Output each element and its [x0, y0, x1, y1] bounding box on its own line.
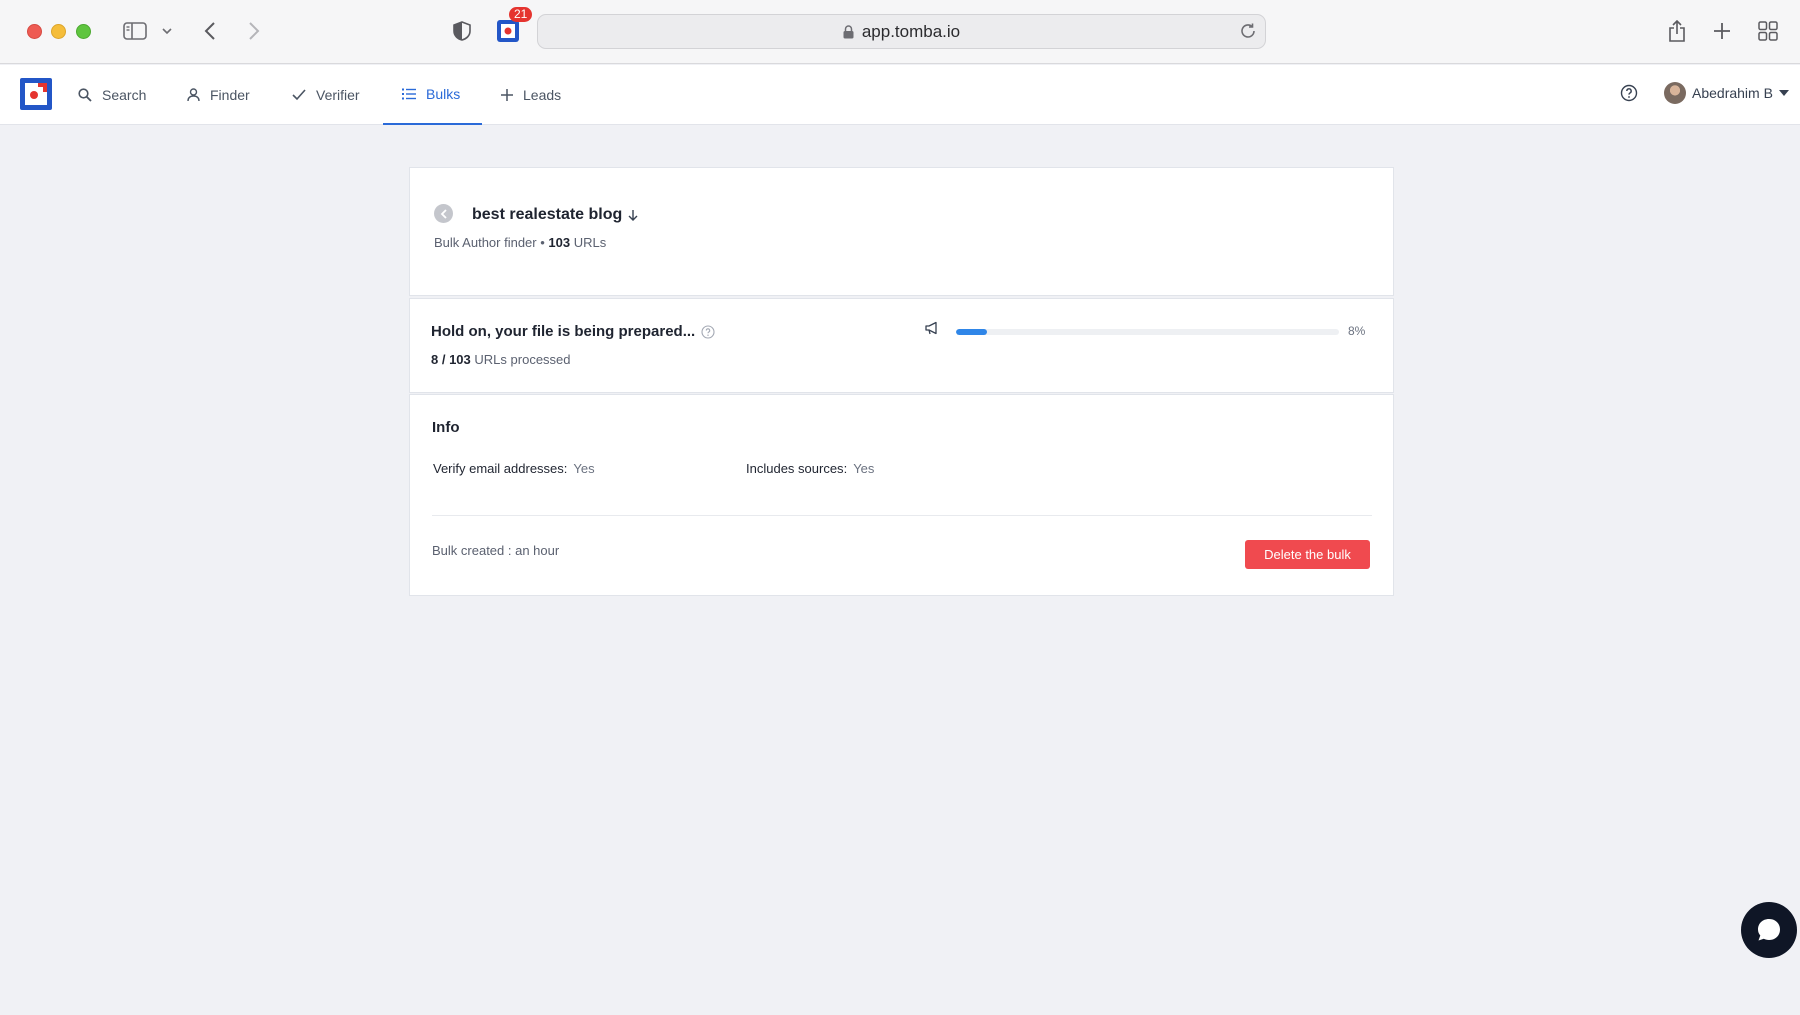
chat-widget-button[interactable]	[1741, 902, 1797, 958]
nav-bulks[interactable]: Bulks	[383, 65, 482, 125]
sidebar-toggle-icon[interactable]	[121, 16, 149, 46]
minimize-window-button[interactable]	[51, 24, 66, 39]
processed-separator: /	[438, 352, 450, 367]
nav-finder-label: Finder	[210, 87, 250, 103]
verify-email-value: Yes	[573, 461, 595, 476]
tab-overview-icon[interactable]	[1757, 16, 1779, 46]
extension-badge: 21	[509, 7, 533, 22]
progress-title: Hold on, your file is being prepared...	[431, 323, 715, 340]
includes-sources-colon: :	[843, 461, 848, 476]
bulk-title: best realestate blog	[472, 206, 638, 224]
browser-toolbar: 21 app.tomba.io	[0, 0, 1800, 64]
nav-search[interactable]: Search	[78, 65, 146, 125]
includes-sources-label: Includes sources	[746, 461, 844, 476]
user-name: Abedrahim B	[1692, 85, 1773, 101]
progress-bar-fill	[956, 329, 987, 335]
app-navbar: Search Finder Verifier Bulks Leads Abedr…	[0, 65, 1800, 125]
user-icon	[187, 88, 200, 102]
zoom-window-button[interactable]	[76, 24, 91, 39]
list-icon	[402, 88, 416, 100]
caret-down-icon	[1778, 90, 1789, 96]
verify-email-colon: :	[563, 461, 568, 476]
avatar	[1664, 82, 1686, 104]
info-card: Info Verify email addresses: Yes Includes…	[409, 394, 1394, 596]
bulk-created-text: Bulk created : an hour	[432, 543, 560, 558]
address-bar[interactable]: app.tomba.io	[537, 14, 1266, 49]
processed-suffix: URLs processed	[474, 352, 571, 367]
search-icon	[78, 88, 92, 102]
megaphone-icon[interactable]	[924, 321, 940, 340]
nav-finder[interactable]: Finder	[187, 65, 250, 125]
shield-icon[interactable]	[451, 16, 473, 46]
nav-search-label: Search	[102, 87, 147, 103]
question-icon[interactable]	[701, 324, 715, 339]
share-icon[interactable]	[1666, 16, 1688, 46]
tomba-logo[interactable]	[20, 78, 52, 110]
nav-leads[interactable]: Leads	[501, 65, 561, 125]
reload-icon[interactable]	[1239, 21, 1257, 41]
chat-bubble-icon	[1758, 919, 1780, 941]
includes-sources-value: Yes	[853, 461, 875, 476]
help-icon[interactable]	[1620, 84, 1638, 107]
verify-email-row: Verify email addresses: Yes	[433, 461, 595, 476]
info-title: Info	[432, 419, 460, 436]
bulk-header-card: best realestate blog Bulk Author finder …	[409, 167, 1394, 296]
progress-subtitle: 8 / 103 URLs processed	[431, 352, 571, 367]
plus-icon	[501, 89, 513, 101]
download-arrow-icon[interactable]	[628, 209, 638, 222]
user-menu[interactable]: Abedrahim B	[1664, 82, 1789, 104]
chevron-left-icon	[440, 208, 447, 219]
progress-card: Hold on, your file is being prepared... …	[409, 298, 1394, 393]
total-count: 103	[449, 352, 471, 367]
progress-bar	[956, 329, 1339, 335]
bulk-title-text: best realestate blog	[472, 206, 623, 223]
forward-arrow-icon[interactable]	[243, 16, 265, 46]
bulk-type: Bulk Author finder	[434, 235, 537, 250]
nav-verifier-label: Verifier	[316, 87, 360, 103]
nav-leads-label: Leads	[523, 87, 562, 103]
includes-sources-row: Includes sources: Yes	[746, 461, 874, 476]
back-arrow-icon[interactable]	[199, 16, 221, 46]
close-window-button[interactable]	[27, 24, 42, 39]
progress-title-text: Hold on, your file is being prepared...	[431, 323, 696, 340]
check-icon	[292, 89, 306, 101]
nav-bulks-label: Bulks	[426, 86, 461, 102]
verify-email-label: Verify email addresses	[433, 461, 564, 476]
back-button[interactable]	[434, 204, 453, 223]
divider	[432, 515, 1372, 516]
chevron-down-icon[interactable]	[160, 16, 174, 46]
new-tab-icon[interactable]	[1711, 16, 1733, 46]
delete-bulk-button[interactable]: Delete the bulk	[1245, 540, 1370, 569]
bulk-url-unit: URLs	[573, 235, 607, 250]
progress-percent: 8%	[1348, 324, 1366, 338]
nav-verifier[interactable]: Verifier	[292, 65, 360, 125]
lock-icon	[843, 24, 854, 38]
bulk-url-count: 103	[548, 235, 571, 250]
url-text: app.tomba.io	[861, 21, 961, 41]
bulk-subtitle: Bulk Author finder • 103 URLs	[434, 235, 606, 250]
